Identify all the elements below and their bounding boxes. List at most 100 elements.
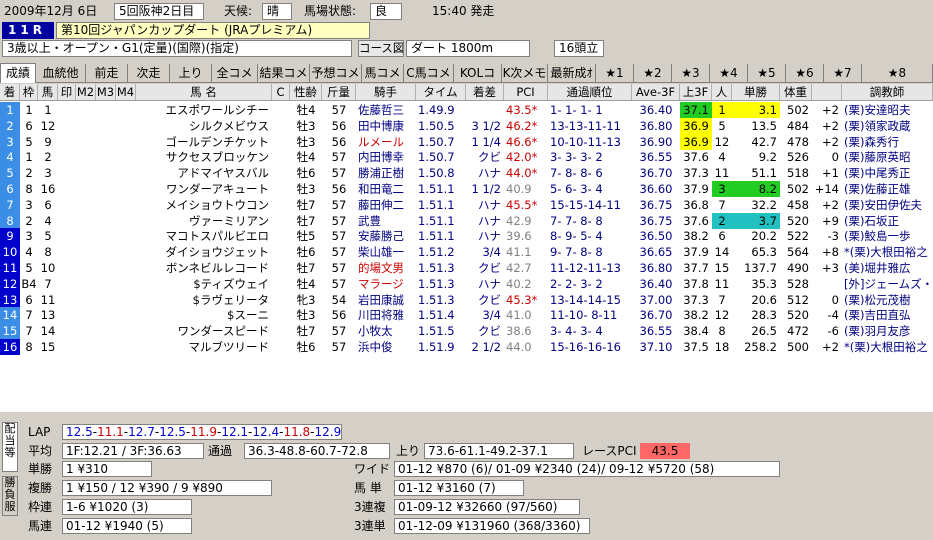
tab-star2[interactable]: ★2 xyxy=(634,64,672,82)
col-header-body-weight[interactable]: 体重 xyxy=(780,84,812,100)
tab-latest-odds[interactable]: 最新成ｵｯｽ xyxy=(548,64,596,98)
cell-body-weight: 522 xyxy=(787,229,809,244)
col-header-popularity[interactable]: 人 xyxy=(712,84,732,100)
cell-weight-diff: +14 xyxy=(814,182,839,196)
table-row[interactable]: 13 6 11 $ラヴェリータ 牝3 54 岩田康誠 1.51.3 クビ 45.3* 13-14-1… xyxy=(0,291,933,308)
table-row[interactable]: 4 1 2 サクセスブロッケン 牡4 57 内田博幸 1.50.7 クビ 42.0* 3- 3- 3… xyxy=(0,149,933,166)
tab-star5[interactable]: ★5 xyxy=(748,64,786,82)
cell-last-3f: 37.1 xyxy=(680,102,712,118)
cell-horse-name: $ラヴェリータ xyxy=(192,292,269,307)
cell-margin: クビ xyxy=(478,150,501,165)
col-header-horse-name[interactable]: 馬 名 xyxy=(136,84,272,100)
tab-all-comments[interactable]: 全コメ xyxy=(212,64,258,82)
col-header-jockey[interactable]: 騎手 xyxy=(356,84,416,100)
tab-prev-race[interactable]: 前走 xyxy=(86,64,128,82)
exacta-field: 01-12 ¥3160 (7) xyxy=(394,480,524,496)
cell-m2 xyxy=(76,102,96,118)
col-header-pci[interactable]: PCI xyxy=(504,84,548,100)
tab-horse-comments[interactable]: 馬コメ xyxy=(362,64,404,82)
tab-k-next-memo[interactable]: K次メモ xyxy=(502,64,548,82)
col-header-m4[interactable]: M4 xyxy=(116,84,136,100)
table-row[interactable]: 16 8 15 マルブツリード 牡6 57 浜中俊 1.51.9 2 1/2 44.0 15-16-… xyxy=(0,339,933,355)
cell-win-odds: 258.2 xyxy=(744,340,777,354)
col-header-ave-3f[interactable]: Ave-3F xyxy=(632,84,680,100)
cell-last-3f: 37.7 xyxy=(683,261,709,275)
col-header-last-3f[interactable]: 上3F xyxy=(680,84,712,100)
col-header-trainer[interactable]: 調教師 xyxy=(842,84,933,100)
tab-star8[interactable]: ★8 xyxy=(862,64,933,82)
tab-result-comments[interactable]: 結果コメ xyxy=(258,64,310,82)
cell-weight-diff xyxy=(812,276,842,292)
col-header-weight-diff[interactable] xyxy=(812,84,842,100)
col-header-m2[interactable]: M2 xyxy=(76,84,96,100)
table-row[interactable]: 12 B4 7 $ティズウェイ 牡4 57 マラージ 1.51.3 ハナ 40.2 2- 2- 3-… xyxy=(0,275,933,292)
tab-next-race[interactable]: 次走 xyxy=(128,64,170,82)
cell-weight-carried: 57 xyxy=(331,166,347,181)
cell-m2 xyxy=(76,276,96,292)
weather-field: 晴 xyxy=(262,3,292,20)
cell-m4 xyxy=(116,260,136,276)
tab-results[interactable]: 成績 xyxy=(0,63,36,83)
col-header-time[interactable]: タイム xyxy=(416,84,466,100)
cell-m2 xyxy=(76,197,96,213)
col-header-margin[interactable]: 着差 xyxy=(466,84,504,100)
table-row[interactable]: 15 7 14 ワンダースピード 牡7 57 小牧太 1.51.5 クビ 38.6 3- 4- 3-… xyxy=(0,323,933,340)
table-row[interactable]: 14 7 13 $スーニ 牡3 56 川田将雅 1.51.4 3/4 41.0 11-10- 8-1… xyxy=(0,307,933,324)
cell-pci: 46.2* xyxy=(506,118,538,133)
table-row[interactable]: 11 5 10 ボンネビルレコード 牡7 57 的場文男 1.51.3 クビ 42.7 11-12-… xyxy=(0,260,933,276)
table-row[interactable]: 1 1 1 エスポワールシチー 牡4 57 佐藤哲三 1.49.9 43.5* 1- 1- 1- … xyxy=(0,102,933,118)
table-row[interactable]: 5 2 3 アドマイヤスバル 牡6 57 勝浦正樹 1.50.8 ハナ 44.0* 7- 8- 8-… xyxy=(0,165,933,182)
cell-c xyxy=(272,307,290,323)
tab-kol-comments[interactable]: KOLコメ xyxy=(454,64,502,98)
cell-mark xyxy=(58,323,76,339)
table-row[interactable]: 6 8 16 ワンダーアキュート 牡3 56 和田竜二 1.51.1 1 1/2 40.9 5- 6… xyxy=(0,181,933,197)
cell-m2 xyxy=(76,307,96,323)
cell-sex-age: 牡4 xyxy=(296,103,316,117)
col-header-horse-no[interactable]: 馬 xyxy=(38,84,58,100)
cell-m3 xyxy=(96,181,116,197)
col-header-m3[interactable]: M3 xyxy=(96,84,116,100)
cell-m3 xyxy=(96,149,116,165)
track-field: 良 xyxy=(370,3,402,20)
cell-win-odds: 26.5 xyxy=(751,324,777,339)
cell-mark xyxy=(58,102,76,118)
col-header-finish[interactable]: 着 xyxy=(0,84,20,100)
col-header-waku[interactable]: 枠 xyxy=(20,84,38,100)
tab-star4[interactable]: ★4 xyxy=(710,64,748,82)
cell-pci: 41.1 xyxy=(506,245,532,260)
table-row[interactable]: 2 6 12 シルクメビウス 牡3 56 田中博康 1.50.5 3 1/2 46.2* 13-13… xyxy=(0,117,933,134)
cell-m2 xyxy=(76,134,96,150)
cell-weight-carried: 57 xyxy=(331,276,347,291)
tab-star1[interactable]: ★1 xyxy=(596,64,634,82)
tab-pedigree[interactable]: 血統他 xyxy=(36,64,86,82)
col-header-weight-carried[interactable]: 斤量 xyxy=(322,84,356,100)
cell-horse-name: ボンネビルレコード xyxy=(165,261,269,275)
col-header-mark[interactable]: 印 xyxy=(58,84,76,100)
table-row[interactable]: 3 5 9 ゴールデンチケット 牡3 56 ルメール 1.50.7 1 1/4 46.6* 10-1… xyxy=(0,133,933,150)
tab-star6[interactable]: ★6 xyxy=(786,64,824,82)
table-row[interactable]: 10 4 8 ダイショウジェット 牡6 57 柴山雄一 1.51.2 3/4 41.1 9- 7- … xyxy=(0,244,933,261)
cell-finish: 1 xyxy=(0,102,20,118)
trifecta-label: 3連単 xyxy=(354,519,386,533)
course-map-button[interactable]: コース図 xyxy=(358,40,404,57)
cell-finish: 16 xyxy=(0,339,20,355)
col-header-c[interactable]: C xyxy=(272,84,290,100)
table-row[interactable]: 9 3 5 マコトスパルビエロ 牡5 57 安藤勝己 1.51.1 ハナ 39.6 8- 9- 5-… xyxy=(0,228,933,245)
tab-star3[interactable]: ★3 xyxy=(672,64,710,82)
table-row[interactable]: 7 3 6 メイショウトウコン 牡7 57 藤田伸二 1.51.1 ハナ 45.5* 15-15-1… xyxy=(0,196,933,213)
col-header-passing-order[interactable]: 通過順位 xyxy=(548,84,632,100)
tab-closing[interactable]: 上り xyxy=(170,64,212,82)
cell-trainer: (栗)石坂正 xyxy=(844,213,899,228)
cell-popularity: 4 xyxy=(718,150,726,165)
tab-star7[interactable]: ★7 xyxy=(824,64,862,82)
cell-finish: 12 xyxy=(0,275,20,292)
tab-c-horse-comments[interactable]: C馬コメ xyxy=(404,64,454,82)
col-header-sex-age[interactable]: 性齢 xyxy=(290,84,322,100)
cell-m3 xyxy=(96,165,116,181)
table-row[interactable]: 8 2 4 ヴァーミリアン 牡7 57 武豊 1.51.1 ハナ 42.9 7- 7- 8- 8 36… xyxy=(0,212,933,229)
cell-mark xyxy=(58,307,76,323)
col-header-win-odds[interactable]: 単勝 xyxy=(732,84,780,100)
side-tab-silks[interactable]: 勝負服 xyxy=(2,476,18,516)
tab-pred-comments[interactable]: 予想コメ xyxy=(310,64,362,82)
side-tab-payouts[interactable]: 配当等 xyxy=(2,422,18,472)
